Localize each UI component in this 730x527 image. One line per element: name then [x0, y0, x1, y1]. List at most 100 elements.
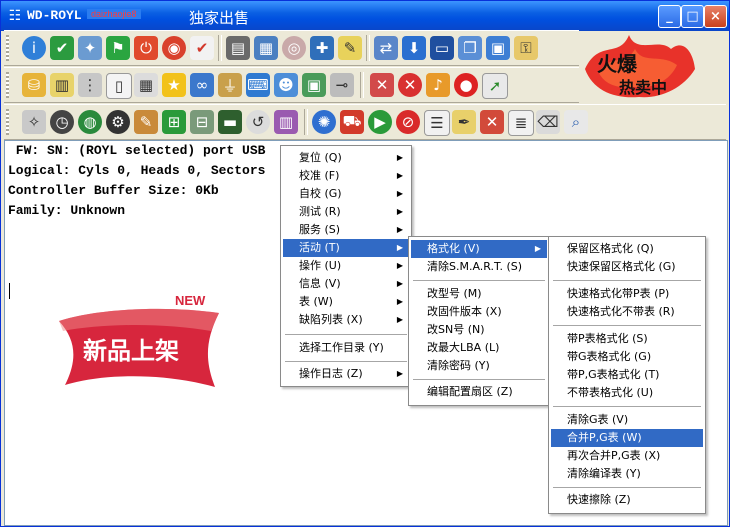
menu-item-quick-format-none[interactable]: 快速格式化不带表 (R): [551, 303, 703, 321]
plug-icon[interactable]: ⏚: [218, 73, 242, 97]
report-icon[interactable]: ≣: [508, 110, 534, 136]
computer-icon[interactable]: ⌨: [246, 73, 270, 97]
menu-item-clear-g[interactable]: 清除G表 (V): [551, 411, 703, 429]
tree-add-icon[interactable]: ✚: [310, 36, 334, 60]
globe-icon[interactable]: ◉: [162, 36, 186, 60]
connector-icon[interactable]: ⊸: [330, 73, 354, 97]
tree-icon[interactable]: ⋮: [78, 73, 102, 97]
toolbar-separator: [304, 109, 308, 135]
users-icon[interactable]: ☻: [274, 73, 298, 97]
menu-item-clear-smart[interactable]: 清除S.M.A.R.T. (S): [411, 258, 547, 276]
menu-item-select-workdir[interactable]: 选择工作目录 (Y): [283, 339, 409, 357]
menu-item-label: 缺陷列表 (X): [299, 313, 363, 326]
menu-item-quick-reserved-format[interactable]: 快速保留区格式化 (G): [551, 258, 703, 276]
check-icon[interactable]: ✔: [190, 36, 214, 60]
disk-icon[interactable]: ◎: [282, 36, 306, 60]
earth-icon[interactable]: ◍: [78, 110, 102, 134]
grid-icon[interactable]: ▦: [134, 73, 158, 97]
menu-item-label: 清除密码 (Y): [427, 359, 490, 372]
menu-item-format-none[interactable]: 不带表格式化 (U): [551, 384, 703, 402]
menu-item-table[interactable]: 表 (W) ▶: [283, 293, 409, 311]
play-icon[interactable]: ▶: [368, 110, 392, 134]
menu-item-format-pg[interactable]: 带P,G表格式化 (T): [551, 366, 703, 384]
bell-icon[interactable]: ♪: [426, 73, 450, 97]
monitor-icon[interactable]: ▭: [430, 36, 454, 60]
power-icon[interactable]: ⏻: [134, 36, 158, 60]
books-icon[interactable]: ▥: [274, 110, 298, 134]
star-icon[interactable]: ★: [162, 73, 186, 97]
list-icon[interactable]: ☰: [424, 110, 450, 136]
vehicle-icon[interactable]: ⛟: [340, 110, 364, 134]
hdd-icon[interactable]: ▦: [254, 36, 278, 60]
tag-icon[interactable]: ✒: [452, 110, 476, 134]
menu-item-operation-log[interactable]: 操作日志 (Z) ▶: [283, 365, 409, 383]
shield-x-icon[interactable]: ✕: [370, 73, 394, 97]
clock-icon[interactable]: ◷: [50, 110, 74, 134]
title-bar[interactable]: ☷ WD-ROYL daizhaojie8 独家出售 _ □ ×: [1, 1, 729, 31]
close-box-icon[interactable]: ✕: [480, 110, 504, 134]
maximize-button[interactable]: □: [681, 5, 704, 28]
cancel-icon[interactable]: ✕: [398, 73, 422, 97]
menu-item-remerge-pg[interactable]: 再次合并P,G表 (X): [551, 447, 703, 465]
submenu-arrow-icon: ▶: [396, 261, 403, 270]
notes-icon[interactable]: ✎: [338, 36, 362, 60]
toolbar-grip[interactable]: [6, 35, 9, 61]
menu-item-activity[interactable]: 活动 (T) ▶: [283, 239, 409, 257]
server-icon[interactable]: ⊟: [190, 110, 214, 134]
menu-item-change-sn[interactable]: 改SN号 (N): [411, 321, 547, 339]
tools-icon[interactable]: ✦: [78, 36, 102, 60]
menu-item-info[interactable]: 信息 (V) ▶: [283, 275, 409, 293]
menu-item-format-p[interactable]: 带P表格式化 (S): [551, 330, 703, 348]
menu-item-change-max-lba[interactable]: 改最大LBA (L): [411, 339, 547, 357]
menu-item-operation[interactable]: 操作 (U) ▶: [283, 257, 409, 275]
toolbar-grip[interactable]: [6, 109, 9, 135]
minimize-button[interactable]: _: [658, 5, 681, 28]
search-icon[interactable]: ⌕: [564, 110, 588, 134]
menu-item-test[interactable]: 测试 (R) ▶: [283, 203, 409, 221]
menu-item-reserved-format[interactable]: 保留区格式化 (Q): [551, 240, 703, 258]
history-icon[interactable]: ↺: [246, 110, 270, 134]
terminal-icon[interactable]: ▬: [218, 110, 242, 134]
key-icon[interactable]: ⚿: [514, 36, 538, 60]
close-button[interactable]: ×: [704, 5, 727, 28]
menu-item-merge-pg[interactable]: 合并P,G表 (W): [551, 429, 703, 447]
info-icon[interactable]: i: [22, 36, 46, 60]
menu-item-defect-list[interactable]: 缺陷列表 (X) ▶: [283, 311, 409, 329]
stop-icon[interactable]: ⊘: [396, 110, 420, 134]
clipboard-icon[interactable]: ▯: [106, 73, 132, 99]
window-icon[interactable]: ❐: [458, 36, 482, 60]
trash-icon[interactable]: ⌫: [536, 110, 560, 134]
menu-item-clear-translator[interactable]: 清除编译表 (Y): [551, 465, 703, 483]
toolbar-grip[interactable]: [6, 72, 9, 98]
photo-icon[interactable]: ▣: [302, 73, 326, 97]
document-arrow-icon[interactable]: ➚: [482, 73, 508, 99]
gear-icon[interactable]: ⚙: [106, 110, 130, 134]
menu-item-label: 快速保留区格式化 (G): [567, 260, 676, 273]
menu-item-edit-config-sector[interactable]: 编辑配置扇区 (Z): [411, 383, 547, 401]
wand-icon[interactable]: ✧: [22, 110, 46, 134]
menu-item-clear-password[interactable]: 清除密码 (Y): [411, 357, 547, 375]
menu-item-selftest[interactable]: 自校 (G) ▶: [283, 185, 409, 203]
shield-icon[interactable]: ✔: [50, 36, 74, 60]
menu-item-format-g[interactable]: 带G表格式化 (G): [551, 348, 703, 366]
database-icon[interactable]: ⛁: [22, 73, 46, 97]
menu-item-calibrate[interactable]: 校准 (F) ▶: [283, 167, 409, 185]
menu-item-reset[interactable]: 复位 (Q) ▶: [283, 149, 409, 167]
settings-icon[interactable]: ✺: [312, 110, 336, 134]
menu-item-format[interactable]: 格式化 (V) ▶: [411, 240, 547, 258]
link-icon[interactable]: ∞: [190, 73, 214, 97]
network-add-icon[interactable]: ⊞: [162, 110, 186, 134]
apple-icon[interactable]: ●: [454, 73, 478, 97]
download-icon[interactable]: ⬇: [402, 36, 426, 60]
menu-item-service[interactable]: 服务 (S) ▶: [283, 221, 409, 239]
menu-item-quick-erase[interactable]: 快速擦除 (Z): [551, 491, 703, 509]
network-icon[interactable]: ⇄: [374, 36, 398, 60]
menu-item-change-model[interactable]: 改型号 (M): [411, 285, 547, 303]
menu-item-change-firmware[interactable]: 改固件版本 (X): [411, 303, 547, 321]
calendar-icon[interactable]: ▥: [50, 73, 74, 97]
chip-icon[interactable]: ▤: [226, 36, 250, 60]
pencil-icon[interactable]: ✎: [134, 110, 158, 134]
menu-item-quick-format-p[interactable]: 快速格式化带P表 (P): [551, 285, 703, 303]
id-card-icon[interactable]: ▣: [486, 36, 510, 60]
runner-icon[interactable]: ⚑: [106, 36, 130, 60]
